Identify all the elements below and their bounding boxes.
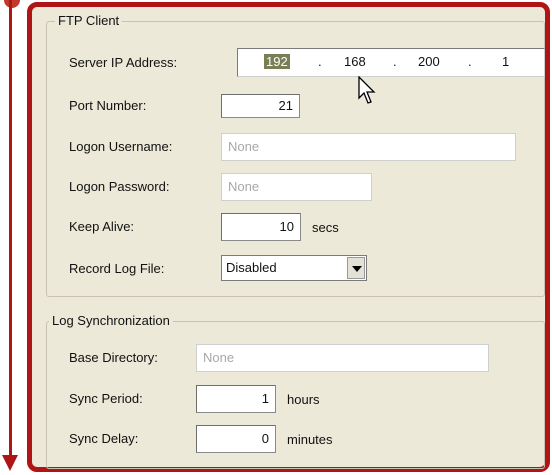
down-arrow-icon xyxy=(2,455,18,471)
server-ip-label: Server IP Address: xyxy=(69,55,178,70)
settings-panel: FTP Client Server IP Address: 192 . 168 … xyxy=(27,2,550,472)
ftp-client-title: FTP Client xyxy=(55,13,123,28)
log-sync-group: Log Synchronization Base Directory: None… xyxy=(46,313,545,469)
base-dir-input[interactable]: None xyxy=(196,344,489,372)
sync-period-label: Sync Period: xyxy=(69,391,143,406)
port-input[interactable]: 21 xyxy=(221,94,300,118)
base-dir-label: Base Directory: xyxy=(69,350,158,365)
server-ip-field[interactable]: 192 . 168 . 200 . 1 xyxy=(237,48,545,77)
record-log-select[interactable]: Disabled xyxy=(221,255,367,281)
ip-octet-4[interactable]: 1 xyxy=(502,54,509,69)
ip-dot: . xyxy=(468,54,472,69)
keep-alive-unit: secs xyxy=(312,220,339,235)
ip-octet-2[interactable]: 168 xyxy=(344,54,366,69)
ip-dot: . xyxy=(318,54,322,69)
ftp-client-group: FTP Client Server IP Address: 192 . 168 … xyxy=(46,13,545,297)
username-label: Logon Username: xyxy=(69,139,173,154)
keep-alive-label: Keep Alive: xyxy=(69,219,135,234)
down-arrow-shaft xyxy=(9,0,12,462)
chevron-down-icon xyxy=(352,266,362,272)
username-input[interactable]: None xyxy=(221,133,516,161)
record-log-value: Disabled xyxy=(226,260,277,275)
password-input[interactable]: None xyxy=(221,173,372,201)
sync-period-unit: hours xyxy=(287,392,320,407)
sync-delay-input[interactable]: 0 xyxy=(196,425,276,453)
step-badge xyxy=(4,0,20,8)
sync-period-input[interactable]: 1 xyxy=(196,385,276,413)
log-sync-title: Log Synchronization xyxy=(49,313,173,328)
ip-dot: . xyxy=(393,54,397,69)
dropdown-button[interactable] xyxy=(347,257,365,279)
password-label: Logon Password: xyxy=(69,179,170,194)
mouse-pointer-icon xyxy=(358,76,376,104)
port-label: Port Number: xyxy=(69,98,147,113)
sync-delay-unit: minutes xyxy=(287,432,333,447)
record-log-label: Record Log File: xyxy=(69,261,165,276)
keep-alive-input[interactable]: 10 xyxy=(221,213,301,241)
ip-octet-1[interactable]: 192 xyxy=(264,54,290,69)
sync-delay-label: Sync Delay: xyxy=(69,431,139,446)
ip-octet-3[interactable]: 200 xyxy=(418,54,440,69)
